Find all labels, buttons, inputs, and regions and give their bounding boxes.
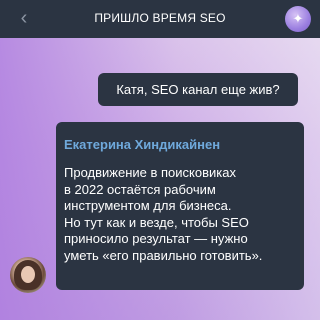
avatar-face [21,266,35,283]
incoming-message: Екатерина Хиндикайнен Продвижение в поис… [56,122,304,290]
outgoing-message: Катя, SEO канал еще жив? [98,73,298,106]
outgoing-message-text: Катя, SEO канал еще жив? [116,82,280,97]
sparkle-icon[interactable]: ✦ [285,6,311,32]
sender-name[interactable]: Екатерина Хиндикайнен [64,137,220,152]
channel-title: ПРИШЛО ВРЕМЯ SEO [94,11,226,25]
top-bar: ‹ ПРИШЛО ВРЕМЯ SEO ✦ [0,0,320,38]
user-avatar[interactable] [10,257,46,293]
incoming-message-text: Продвижение в поисковиках в 2022 остаётс… [64,165,263,263]
